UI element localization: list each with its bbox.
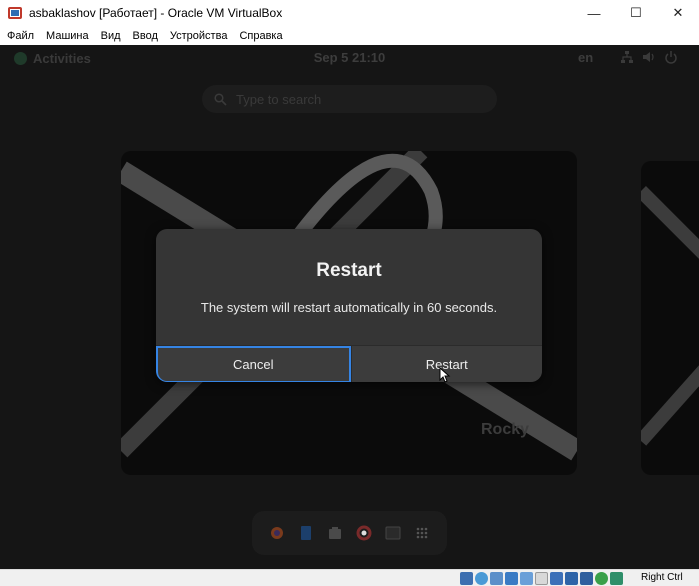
dialog-message: The system will restart automatically in… bbox=[200, 300, 498, 315]
restart-dialog: Restart The system will restart automati… bbox=[156, 229, 542, 382]
dialog-button-row: Cancel Restart bbox=[156, 345, 542, 382]
clock[interactable]: Sep 5 21:10 bbox=[0, 50, 699, 65]
search-input[interactable] bbox=[236, 91, 476, 107]
status-indicators bbox=[460, 572, 623, 585]
minimize-button[interactable]: — bbox=[573, 0, 615, 26]
dash bbox=[252, 511, 447, 555]
keyboard-layout-indicator[interactable]: en bbox=[578, 50, 593, 65]
window-controls: — ☐ ✕ bbox=[573, 0, 699, 26]
help-icon[interactable] bbox=[356, 525, 372, 541]
hard-disk-icon[interactable] bbox=[460, 572, 473, 585]
virtualbox-app-icon bbox=[8, 7, 22, 19]
maximize-button[interactable]: ☐ bbox=[615, 0, 657, 26]
menu-bar: Файл Машина Вид Ввод Устройства Справка bbox=[0, 26, 699, 45]
menu-devices[interactable]: Устройства bbox=[170, 30, 228, 42]
text-editor-icon[interactable] bbox=[298, 525, 314, 541]
wallpaper-swirl-next bbox=[641, 186, 699, 446]
recording-icon[interactable] bbox=[565, 572, 578, 585]
cpu-icon[interactable] bbox=[580, 572, 593, 585]
power-icon bbox=[665, 51, 677, 64]
workspace-thumbnail-next[interactable] bbox=[641, 161, 699, 475]
volume-icon bbox=[643, 52, 654, 62]
mouse-integration-icon[interactable] bbox=[595, 572, 608, 585]
close-button[interactable]: ✕ bbox=[657, 0, 699, 26]
optical-drive-icon[interactable] bbox=[475, 572, 488, 585]
mouse-cursor-icon bbox=[439, 367, 451, 383]
dialog-title: Restart bbox=[316, 260, 382, 281]
gnome-top-bar: Activities Sep 5 21:10 en bbox=[0, 45, 699, 71]
cancel-button[interactable]: Cancel bbox=[156, 346, 351, 382]
keyboard-capture-icon[interactable] bbox=[610, 572, 623, 585]
menu-help[interactable]: Справка bbox=[239, 30, 282, 42]
menu-machine[interactable]: Машина bbox=[46, 30, 89, 42]
menu-file[interactable]: Файл bbox=[7, 30, 34, 42]
software-icon[interactable] bbox=[327, 525, 343, 541]
show-apps-icon[interactable] bbox=[414, 525, 430, 541]
display-icon[interactable] bbox=[550, 572, 563, 585]
system-menu[interactable] bbox=[620, 50, 678, 64]
shared-folders-icon[interactable] bbox=[535, 572, 548, 585]
window-title: asbaklashov [Работает] - Oracle VM Virtu… bbox=[29, 6, 283, 20]
network-icon bbox=[621, 51, 633, 63]
vm-screen[interactable]: Activities Sep 5 21:10 en Type to search… bbox=[0, 45, 699, 569]
usb-icon[interactable] bbox=[520, 572, 533, 585]
rocky-wallpaper-logo: Rocky bbox=[481, 421, 530, 438]
search-icon bbox=[214, 92, 227, 106]
host-key-label: Right Ctrl bbox=[641, 572, 683, 583]
window-titlebar: asbaklashov [Работает] - Oracle VM Virtu… bbox=[0, 0, 699, 26]
vbox-statusbar: Right Ctrl bbox=[0, 569, 699, 586]
audio-icon[interactable] bbox=[490, 572, 503, 585]
menu-input[interactable]: Ввод bbox=[133, 30, 158, 42]
menu-view[interactable]: Вид bbox=[101, 30, 121, 42]
firefox-icon[interactable] bbox=[269, 525, 285, 541]
terminal-icon[interactable] bbox=[385, 525, 401, 541]
network-adapter-icon[interactable] bbox=[505, 572, 518, 585]
overview-search[interactable] bbox=[202, 85, 497, 113]
